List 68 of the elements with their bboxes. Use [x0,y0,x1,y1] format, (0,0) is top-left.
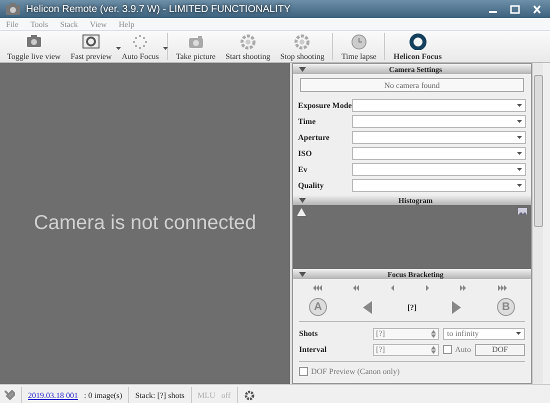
field-label: Aperture [298,133,330,142]
camera-status: No camera found [300,78,524,92]
dropdown-field[interactable] [352,163,526,176]
image-icon[interactable] [518,208,527,215]
camera-icon [24,32,43,50]
caret-icon[interactable] [517,136,522,139]
caret-icon[interactable] [517,168,522,171]
field-label: Interval [299,345,328,354]
gear-icon [293,32,312,50]
spin-field[interactable]: [?] [373,344,439,356]
checkbox-label: Auto [455,345,471,354]
caret-icon[interactable] [116,47,121,50]
caret-icon[interactable] [517,104,522,107]
checkbox[interactable] [443,345,452,354]
field-label: Exposure Mode [298,101,350,110]
checkbox-label: DOF Preview (Canon only) [311,367,400,376]
checkbox[interactable] [299,367,308,376]
spin-field[interactable]: [?] [373,328,439,340]
stack-info: Stack: [?] shots [135,390,185,400]
scrollbar[interactable] [532,63,543,384]
caret-icon[interactable] [516,332,521,335]
mlu-value: off [221,390,231,400]
caret-icon[interactable] [517,184,522,187]
dropdown-field[interactable] [352,147,526,160]
spin-arrows-icon[interactable] [431,330,436,338]
collapse-arrow-icon[interactable] [299,272,306,276]
dof-button[interactable]: DOF [475,344,525,356]
spin-arrows-icon[interactable] [431,346,436,354]
field-label: ISO [298,149,313,158]
toolbar-button[interactable]: Take picture [170,31,221,62]
warning-icon [297,208,306,216]
image-count: : 0 image(s) [84,390,122,400]
dropdown-field[interactable] [352,131,526,144]
mlu-label: MLU [198,390,216,400]
caret-icon[interactable] [162,47,168,50]
left-arrow-icon[interactable] [362,300,372,314]
dropdown-field[interactable] [352,179,526,192]
toolbar-button[interactable]: Helicon Focus [388,31,447,62]
field-label: Quality [298,181,325,190]
camera-icon [4,0,22,18]
dotted-circle-icon [131,32,150,50]
field-label: Time [298,117,317,126]
caret-icon[interactable] [517,152,522,155]
status-message: Camera is not connected [34,212,256,235]
dropdown-field[interactable] [352,115,526,128]
clock-icon [350,32,368,50]
preview-frame-icon [82,32,100,50]
plug-icon [4,390,15,400]
gear-icon [238,32,257,50]
toolbar-button[interactable]: Time lapse [336,31,382,62]
caret-icon[interactable] [517,120,522,123]
gear-icon[interactable] [244,390,255,400]
window-title: Helicon Remote (ver. 3.9.7 W) - LIMITED FUNCTIONALITY [26,4,292,14]
collapse-arrow-icon[interactable] [299,66,306,72]
position-value: [?] [407,302,417,312]
right-arrow-icon[interactable] [452,300,462,314]
toolbar-button[interactable]: Start shooting [220,31,276,62]
field-label: Shots [299,329,319,338]
toolbar-button[interactable]: Toggle live view [2,31,66,62]
dropdown-field[interactable]: to infinity [443,328,525,340]
toolbar-button[interactable]: Stop shooting [275,31,330,62]
dropdown-field[interactable] [352,99,526,112]
toolbar-button[interactable]: Fast preview [66,31,117,62]
ring-icon [408,32,427,50]
session-link[interactable]: 2019.03.18 001 [28,390,78,400]
field-label: Ev [298,165,308,174]
collapse-arrow-icon[interactable] [299,198,306,202]
toolbar-button[interactable]: Auto Focus [116,31,164,62]
